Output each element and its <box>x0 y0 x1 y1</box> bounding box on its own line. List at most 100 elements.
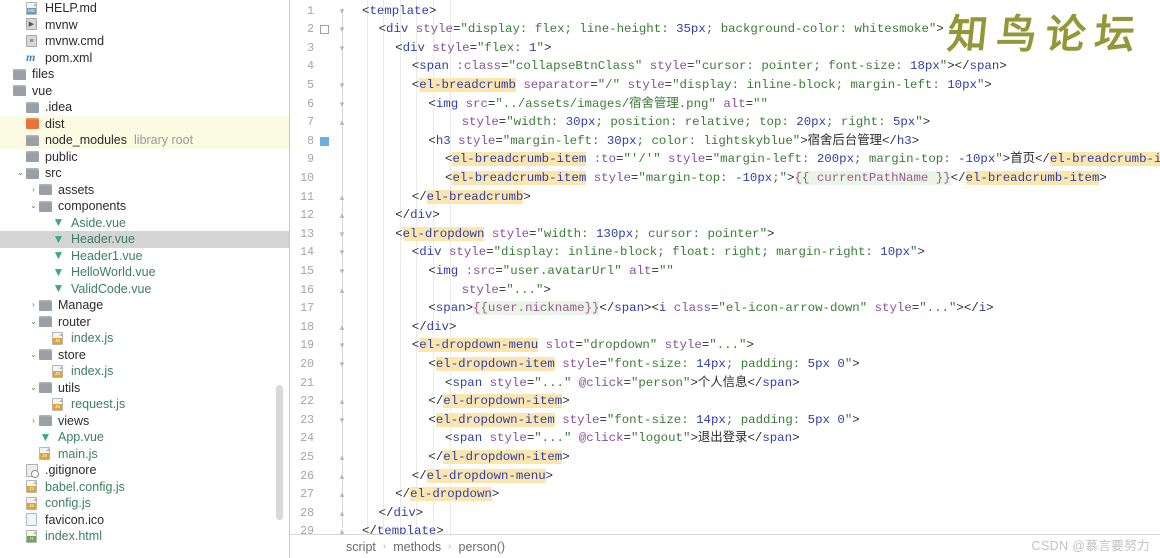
code-fold-toggle-icon[interactable]: ▴ <box>337 192 347 202</box>
code-fold-toggle-icon[interactable]: ▴ <box>337 508 347 518</box>
breadcrumb-item-person[interactable]: person() <box>459 540 506 554</box>
tree-item-assets[interactable]: › assets <box>0 182 289 199</box>
code-fold-toggle-icon[interactable]: ▾ <box>337 80 347 90</box>
code-fold-toggle-icon[interactable]: ▴ <box>337 396 347 406</box>
code-line[interactable]: <span style="..." @click="person">个人信息</… <box>354 374 800 393</box>
code-fold-toggle-icon[interactable]: ▴ <box>337 285 347 295</box>
gutter-checkbox-icon[interactable] <box>320 25 329 35</box>
code-line[interactable]: <img src = "../assets/images/宿舍管理.png" alt… <box>354 95 768 114</box>
tree-item-pom-xml[interactable]: m pom.xml <box>0 50 289 67</box>
tree-item-vue[interactable]: vue <box>0 83 289 100</box>
code-fold-toggle-icon[interactable]: ▴ <box>337 210 347 220</box>
breadcrumb-item-script[interactable]: script <box>346 540 376 554</box>
code-fold-toggle-icon[interactable]: ▴ <box>337 452 347 462</box>
tree-item-favicon-ico[interactable]: favicon.ico <box>0 512 289 529</box>
tree-item-validcode-vue[interactable]: ▼ ValidCode.vue <box>0 281 289 298</box>
code-line[interactable]: <span style="..." @click="logout">退出登录</… <box>354 429 800 448</box>
code-fold-toggle-icon[interactable]: ▾ <box>337 415 347 425</box>
code-line[interactable]: <el-dropdown-item style="font-size: 14px… <box>354 411 860 430</box>
code-line[interactable]: <h3 style="margin-left: 30px; color: lig… <box>354 132 919 151</box>
chevron-down-icon[interactable]: ⌄ <box>28 350 39 359</box>
chevron-down-icon[interactable]: ⌄ <box>28 317 39 326</box>
code-line[interactable]: style="width: 30px; position: relative; … <box>354 113 931 132</box>
code-line[interactable]: <template> <box>354 2 436 21</box>
code-line[interactable]: <el-breadcrumb-item :to="'/'" style="mar… <box>354 150 1160 169</box>
code-line[interactable]: <div style="flex: 1"> <box>354 39 551 58</box>
tree-item-idea[interactable]: .idea <box>0 99 289 116</box>
breadcrumb-item-methods[interactable]: methods <box>393 540 441 554</box>
tree-item-store[interactable]: ⌄ store <box>0 347 289 364</box>
tree-item-public[interactable]: public <box>0 149 289 166</box>
tree-item-header-vue[interactable]: ▼ Header.vue <box>0 231 289 248</box>
code-fold-toggle-icon[interactable]: ▴ <box>337 471 347 481</box>
tree-item-config-js[interactable]: JS config.js <box>0 495 289 512</box>
code-fold-toggle-icon[interactable]: ▾ <box>337 229 347 239</box>
code-line[interactable]: </div> <box>354 206 440 225</box>
code-line[interactable]: <el-breadcrumb-item style="margin-top: -… <box>354 169 1107 188</box>
tree-item-help-md[interactable]: MD HELP.md <box>0 0 289 17</box>
code-fold-toggle-icon[interactable]: ▾ <box>337 24 347 34</box>
code-line[interactable]: </el-dropdown-item> <box>354 392 570 411</box>
code-fold-toggle-icon[interactable]: ▴ <box>337 117 347 127</box>
code-line[interactable]: </div> <box>354 318 457 337</box>
tree-item-router[interactable]: ⌄ router <box>0 314 289 331</box>
chevron-right-icon[interactable]: › <box>28 416 39 425</box>
chevron-right-icon[interactable]: › <box>28 301 39 309</box>
code-line[interactable]: <span>{{user.nickname}}</span><i class="… <box>354 299 994 318</box>
code-fold-toggle-icon[interactable]: ▾ <box>337 43 347 53</box>
code-fold-toggle-icon[interactable]: ▾ <box>337 340 347 350</box>
tree-item-header1-vue[interactable]: ▼ Header1.vue <box>0 248 289 265</box>
tree-item-dist[interactable]: dist <box>0 115 289 132</box>
chevron-right-icon[interactable]: › <box>28 185 39 194</box>
tree-item-gitignore[interactable]: .gitignore <box>0 462 289 479</box>
tree-item-index-js[interactable]: JS index.js <box>0 363 289 380</box>
code-fold-toggle-icon[interactable]: ▾ <box>337 359 347 369</box>
code-line[interactable]: <el-breadcrumb separator="/" style="disp… <box>354 76 992 95</box>
code-fold-toggle-icon[interactable]: ▴ <box>337 489 347 499</box>
code-line[interactable]: <img :src="user.avatarUrl" alt="" <box>354 262 673 281</box>
tree-item-components[interactable]: ⌄ components <box>0 198 289 215</box>
tree-item-helloworld-vue[interactable]: ▼ HelloWorld.vue <box>0 264 289 281</box>
tree-item-babel-config-js[interactable]: JS babel.config.js <box>0 479 289 496</box>
tree-item-files[interactable]: files <box>0 66 289 83</box>
project-tree-scrollbar[interactable] <box>276 385 283 520</box>
code-fold-toggle-icon[interactable]: ▴ <box>337 322 347 332</box>
code-fold-toggle-icon[interactable]: ▾ <box>337 266 347 276</box>
code-line[interactable]: style="..."> <box>354 281 551 300</box>
code-line[interactable]: <div style="display: flex; line-height: … <box>354 20 944 39</box>
tree-item-app-vue[interactable]: ▼ App.vue <box>0 429 289 446</box>
tree-item-manage[interactable]: › Manage <box>0 297 289 314</box>
code-line[interactable]: <el-dropdown style="width: 130px; cursor… <box>354 225 774 244</box>
tree-item-request-js[interactable]: JS request.js <box>0 396 289 413</box>
navigation-breadcrumb-bar[interactable]: script › methods › person() <box>290 534 1160 558</box>
tree-item-mvnw-cmd[interactable]: ≡ mvnw.cmd <box>0 33 289 50</box>
tree-item-index-js[interactable]: JS index.js <box>0 330 289 347</box>
chevron-down-icon[interactable]: ⌄ <box>15 169 26 177</box>
tree-item-utils[interactable]: ⌄ utils <box>0 380 289 397</box>
code-line[interactable]: </el-dropdown> <box>354 485 499 504</box>
tree-item-main-js[interactable]: JS main.js <box>0 446 289 463</box>
editor-code-area[interactable]: <template> <div style="display: flex; lin… <box>354 0 1160 538</box>
tree-item-mvnw[interactable]: ▶ mvnw <box>0 17 289 34</box>
code-fold-toggle-icon[interactable]: ▾ <box>337 6 347 16</box>
tree-item-node-modules[interactable]: node_modules library root <box>0 132 289 149</box>
tree-item-src[interactable]: ⌄ src <box>0 165 289 182</box>
breakpoint-marker-icon[interactable] <box>320 136 329 146</box>
chevron-down-icon[interactable]: ⌄ <box>28 202 39 210</box>
code-line[interactable]: </el-dropdown-item> <box>354 448 570 467</box>
code-line[interactable]: </el-dropdown-menu> <box>354 467 553 486</box>
code-editor[interactable]: 1 ▾ 2 ▾ 3 ▾ 4 5 ▾ 6 ▾ 7 ▴ 8 9 10 11 ▴ 12 ▴ 13 ▾ 14 ▾ 15 ▾ 16 ▴ 17 18 ▴… <box>290 0 1160 558</box>
code-fold-toggle-icon[interactable]: ▾ <box>337 247 347 257</box>
tree-item-aside-vue[interactable]: ▼ Aside.vue <box>0 215 289 232</box>
code-line[interactable]: </el-breadcrumb> <box>354 188 531 207</box>
editor-gutter[interactable]: 1 ▾ 2 ▾ 3 ▾ 4 5 ▾ 6 ▾ 7 ▴ 8 9 10 11 ▴ 12 ▴ 13 ▾ 14 ▾ 15 ▾ 16 ▴ 17 18 ▴… <box>290 0 354 538</box>
code-line[interactable]: </div> <box>354 504 424 523</box>
tree-item-views[interactable]: › views <box>0 413 289 430</box>
chevron-down-icon[interactable]: ⌄ <box>28 383 39 392</box>
code-fold-toggle-icon[interactable]: ▾ <box>337 99 347 109</box>
project-tree-panel[interactable]: MD HELP.md ▶ mvnw ≡ mvnw.cmd m pom.xml files vue.… <box>0 0 290 558</box>
tree-item-index-html[interactable]: Hindex.html <box>0 528 289 545</box>
code-line[interactable]: <el-dropdown-item style="font-size: 14px… <box>354 355 860 374</box>
code-line[interactable]: <span :class="collapseBtnClass" style="c… <box>354 57 1007 76</box>
code-line[interactable]: <el-dropdown-menu slot="dropdown" style=… <box>354 336 754 355</box>
